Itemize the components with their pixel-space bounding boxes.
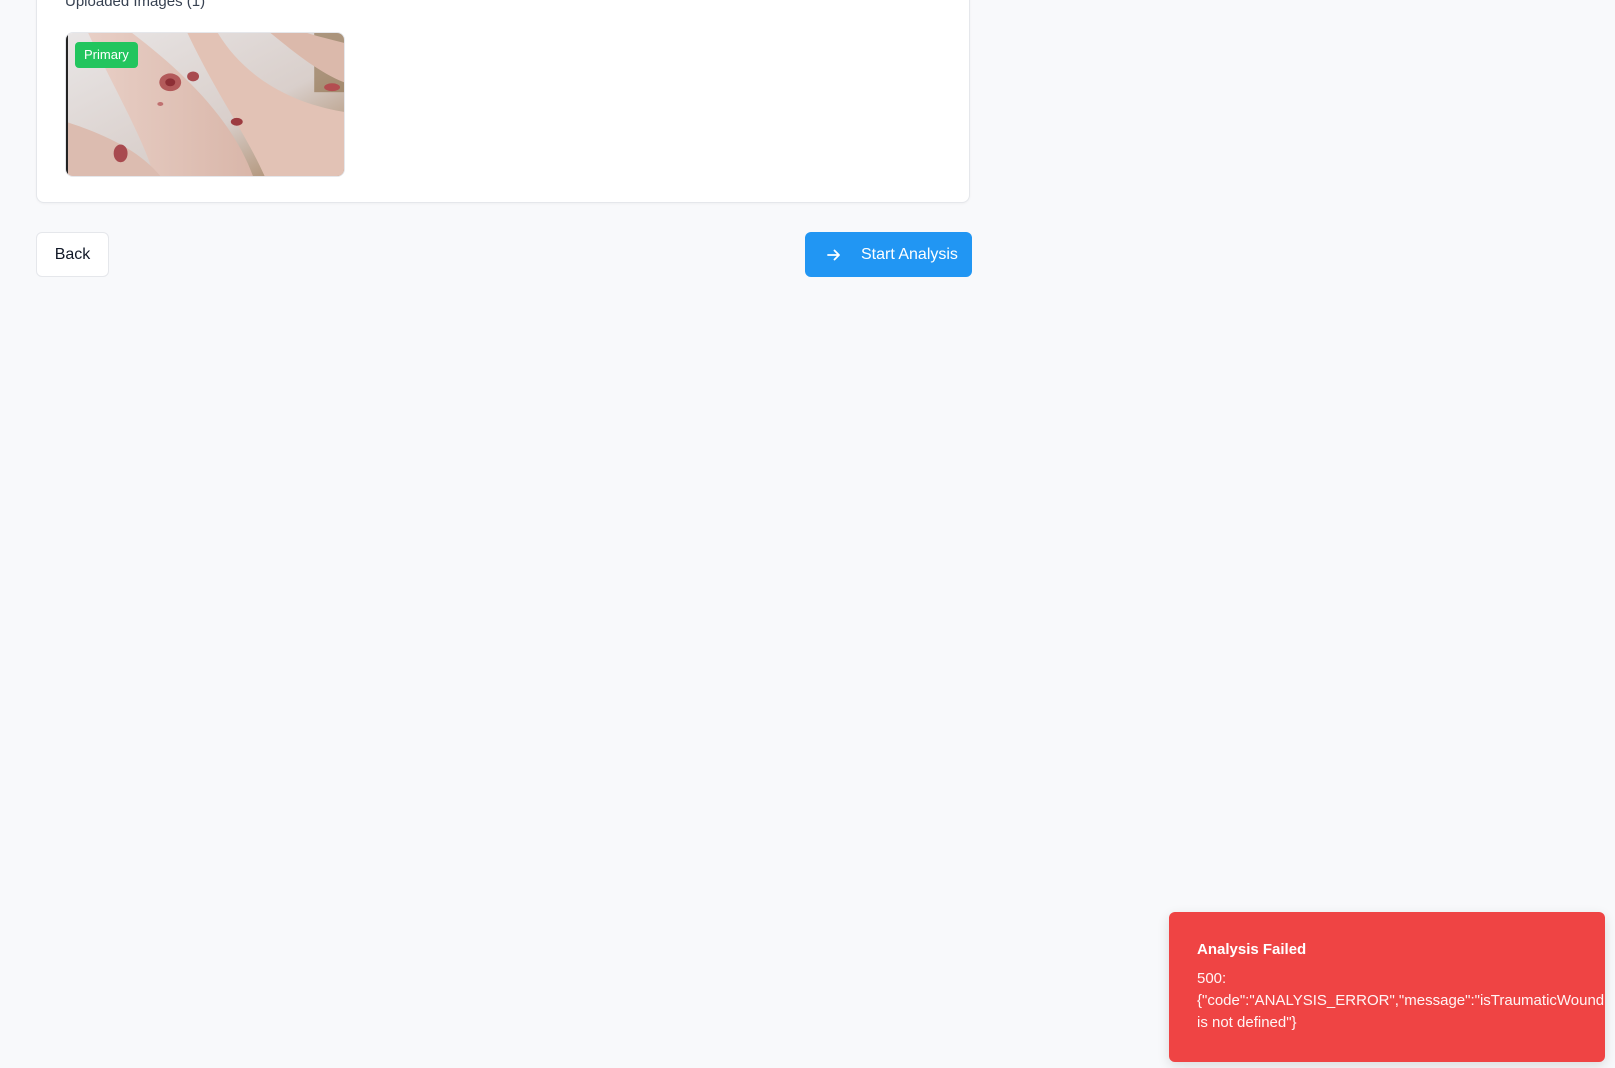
toast-title: Analysis Failed (1197, 941, 1307, 958)
uploaded-images-card: Uploaded Images (1) Primary (36, 0, 970, 203)
uploaded-images-heading: Uploaded Images (1) (65, 0, 206, 10)
arrow-right-icon (825, 246, 843, 264)
uploaded-image-thumbnail[interactable]: Primary (65, 32, 345, 177)
back-button[interactable]: Back (36, 232, 109, 277)
primary-badge: Primary (75, 42, 138, 68)
page: Uploaded Images (1) Primary Back Start A… (0, 0, 1615, 1068)
start-analysis-button[interactable]: Start Analysis (805, 232, 972, 277)
error-toast[interactable]: Analysis Failed 500: {"code":"ANALYSIS_E… (1169, 912, 1605, 1062)
start-analysis-label: Start Analysis (861, 245, 958, 263)
toast-message: 500: {"code":"ANALYSIS_ERROR","message":… (1197, 970, 1605, 1031)
